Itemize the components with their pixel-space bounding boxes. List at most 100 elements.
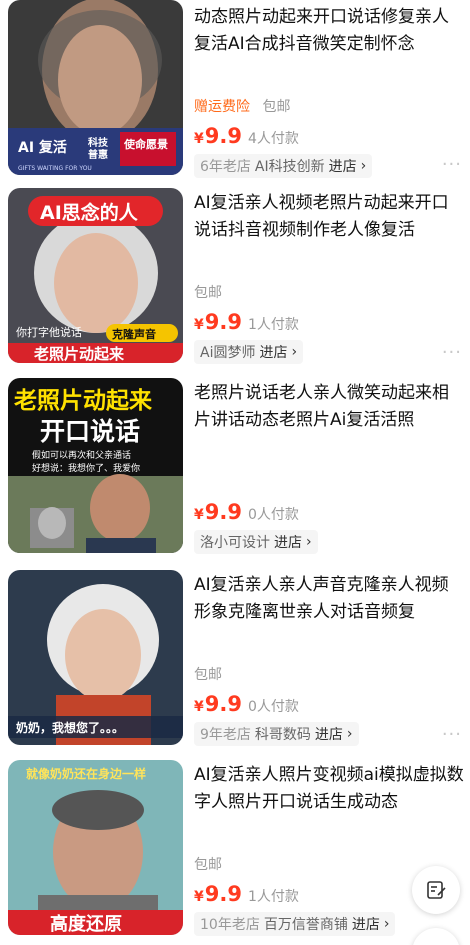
shop-link[interactable]: 洛小可设计 进店 ›: [194, 530, 318, 554]
shop-row: 9年老店 科哥数码 进店 ›: [194, 722, 359, 746]
chevron-right-icon: ›: [360, 158, 367, 174]
thumb-bottom: 高度还原: [50, 913, 122, 935]
product-title[interactable]: 老照片说话老人亲人微笑动起来相片讲话动态老照片Ai复活活照: [194, 380, 464, 434]
sold-count: 4人付款: [247, 131, 299, 147]
thumb-bottom: 老照片动起来: [33, 345, 125, 363]
thumb-caption: 奶奶，我想您了。。。: [16, 720, 124, 735]
thumb-left-small: 你打字他说话: [16, 325, 82, 339]
free-shipping-tag: 包邮: [194, 285, 222, 301]
product-title[interactable]: AI复活亲人亲人声音克隆亲人视频形象克隆离世亲人对话音频复: [194, 572, 464, 626]
currency-symbol: ¥: [194, 507, 204, 523]
thumbnail-image: AI 复活 科技 普惠 使命愿景 GIFTS WAITING FOR YOU: [8, 0, 183, 175]
thumb-top: 就像奶奶还在身边一样: [26, 766, 146, 781]
product-info: AI复活亲人视频老照片动起来开口说话抖音视频制作老人像复活 包邮 ¥ 9.9 1…: [194, 190, 464, 368]
price-row: ¥ 9.9 1人付款: [194, 882, 299, 906]
product-card[interactable]: 老照片动起来 开口说话 假如可以再次和父亲通话 好想说：我想你了、我爱你 老照片…: [0, 378, 470, 556]
shop-row: 6年老店 AI科技创新 进店 ›: [194, 154, 373, 178]
product-thumbnail[interactable]: AI思念的人 你打字他说话 克隆声音 老照片动起来: [8, 188, 183, 363]
tag-row: 包邮: [194, 282, 222, 302]
shop-link[interactable]: 10年老店 百万信誉商铺 进店 ›: [194, 912, 396, 936]
shop-link[interactable]: Ai圆梦师 进店 ›: [194, 340, 304, 364]
sold-count: 0人付款: [247, 507, 299, 523]
product-thumbnail[interactable]: AI 复活 科技 普惠 使命愿景 GIFTS WAITING FOR YOU: [8, 0, 183, 175]
shop-age: 9年老店: [200, 727, 251, 743]
product-card[interactable]: 奶奶，我想您了。。。 AI复活亲人亲人声音克隆亲人视频形象克隆离世亲人对话音频复…: [0, 570, 470, 748]
product-thumbnail[interactable]: 老照片动起来 开口说话 假如可以再次和父亲通话 好想说：我想你了、我爱你: [8, 378, 183, 553]
thumbnail-image: AI思念的人 你打字他说话 克隆声音 老照片动起来: [8, 188, 183, 363]
shop-row: 10年老店 百万信誉商铺 进店 ›: [194, 912, 396, 936]
thumb-line4: 好想说：我想你了、我爱你: [32, 462, 140, 474]
thumb-footer: GIFTS WAITING FOR YOU: [18, 165, 92, 172]
feedback-button[interactable]: [412, 866, 460, 914]
tag-row: 包邮: [194, 664, 222, 684]
product-card[interactable]: AI思念的人 你打字他说话 克隆声音 老照片动起来 AI复活亲人视频老照片动起来…: [0, 188, 470, 366]
more-dots-icon[interactable]: ···: [442, 154, 462, 175]
price: 9.9: [204, 310, 242, 334]
shop-name: 洛小可设计: [200, 535, 270, 551]
thumb-right-small: 克隆声音: [112, 327, 156, 341]
chevron-right-icon: ›: [306, 534, 312, 550]
product-info: 老照片说话老人亲人微笑动起来相片讲话动态老照片Ai复活活照 ¥ 9.9 0人付款…: [194, 380, 464, 558]
enter-shop-label: 进店: [351, 917, 380, 933]
shop-name: Ai圆梦师: [200, 345, 256, 361]
sold-count: 1人付款: [247, 317, 299, 333]
thumb-line1: 老照片动起来: [13, 388, 153, 414]
product-title[interactable]: AI复活亲人视频老照片动起来开口说话抖音视频制作老人像复活: [194, 190, 464, 244]
price: 9.9: [204, 124, 242, 148]
chevron-right-icon: ›: [383, 916, 390, 932]
thumb-caption-a: AI 复活: [18, 139, 67, 156]
free-shipping-tag: 包邮: [194, 667, 222, 683]
more-dots-icon[interactable]: ···: [442, 342, 462, 363]
thumbnail-image: 老照片动起来 开口说话 假如可以再次和父亲通话 好想说：我想你了、我爱你: [8, 378, 183, 553]
shop-row: 洛小可设计 进店 ›: [194, 530, 318, 554]
product-title[interactable]: 动态照片动起来开口说话修复亲人复活AI合成抖音微笑定制怀念: [194, 4, 464, 58]
chevron-right-icon: ›: [291, 344, 298, 360]
free-shipping-tag: 包邮: [262, 99, 291, 115]
thumb-line3: 假如可以再次和父亲通话: [32, 449, 131, 461]
currency-symbol: ¥: [194, 131, 204, 147]
thumb-caption-c: 普惠: [88, 148, 108, 161]
product-card[interactable]: AI 复活 科技 普惠 使命愿景 GIFTS WAITING FOR YOU 动…: [0, 0, 470, 178]
thumbnail-image: 奶奶，我想您了。。。: [8, 570, 183, 745]
product-thumbnail[interactable]: 奶奶，我想您了。。。: [8, 570, 183, 745]
thumbnail-image: 就像奶奶还在身边一样 高度还原: [8, 760, 183, 935]
freight-insurance-tag: 赠运费险: [194, 99, 250, 115]
enter-shop-label: 进店: [314, 727, 343, 743]
product-info: 动态照片动起来开口说话修复亲人复活AI合成抖音微笑定制怀念 赠运费险 包邮 ¥ …: [194, 4, 464, 182]
product-title[interactable]: AI复活亲人照片变视频ai模拟虚拟数字人照片开口说话生成动态: [194, 762, 464, 816]
shop-name: 百万信誉商铺: [263, 917, 348, 933]
price-row: ¥ 9.9 0人付款: [194, 500, 299, 524]
price: 9.9: [204, 500, 242, 524]
price: 9.9: [204, 692, 242, 716]
product-info: AI复活亲人亲人声音克隆亲人视频形象克隆离世亲人对话音频复 包邮 ¥ 9.9 0…: [194, 572, 464, 750]
shop-age: 6年老店: [200, 159, 251, 175]
tag-row: 包邮: [194, 854, 222, 874]
enter-shop-label: 进店: [259, 345, 288, 361]
thumb-badge: 使命愿景: [123, 137, 168, 151]
price: 9.9: [204, 882, 242, 906]
currency-symbol: ¥: [194, 317, 204, 333]
thumb-line2: 开口说话: [40, 417, 140, 446]
more-dots-icon[interactable]: ···: [442, 724, 462, 745]
sold-count: 1人付款: [247, 889, 299, 905]
thumb-top: AI思念的人: [40, 201, 139, 224]
product-info: AI复活亲人照片变视频ai模拟虚拟数字人照片开口说话生成动态 包邮 ¥ 9.9 …: [194, 762, 464, 940]
shop-row: Ai圆梦师 进店 ›: [194, 340, 304, 364]
price-row: ¥ 9.9 0人付款: [194, 692, 299, 716]
product-card[interactable]: 就像奶奶还在身边一样 高度还原 AI复活亲人照片变视频ai模拟虚拟数字人照片开口…: [0, 760, 470, 938]
currency-symbol: ¥: [194, 889, 204, 905]
price-row: ¥ 9.9 4人付款: [194, 124, 299, 148]
edit-note-icon: [427, 881, 446, 899]
currency-symbol: ¥: [194, 699, 204, 715]
shop-link[interactable]: 9年老店 科哥数码 进店 ›: [194, 722, 359, 746]
free-shipping-tag: 包邮: [194, 857, 222, 873]
chevron-right-icon: ›: [346, 726, 353, 742]
product-thumbnail[interactable]: 就像奶奶还在身边一样 高度还原: [8, 760, 183, 935]
price-row: ¥ 9.9 1人付款: [194, 310, 299, 334]
shop-name: 科哥数码: [254, 727, 311, 743]
thumb-caption-b: 科技: [88, 136, 109, 149]
tag-row: 赠运费险 包邮: [194, 96, 290, 116]
shop-age: 10年老店: [200, 917, 260, 933]
sold-count: 0人付款: [247, 699, 299, 715]
shop-link[interactable]: 6年老店 AI科技创新 进店 ›: [194, 154, 373, 178]
